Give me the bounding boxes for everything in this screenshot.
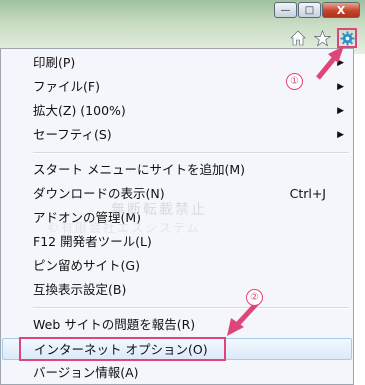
callout-2: ② [246,289,263,306]
arrow-1-line [316,54,338,80]
annotation-arrows [227,46,344,336]
callout-1: ① [286,73,303,90]
